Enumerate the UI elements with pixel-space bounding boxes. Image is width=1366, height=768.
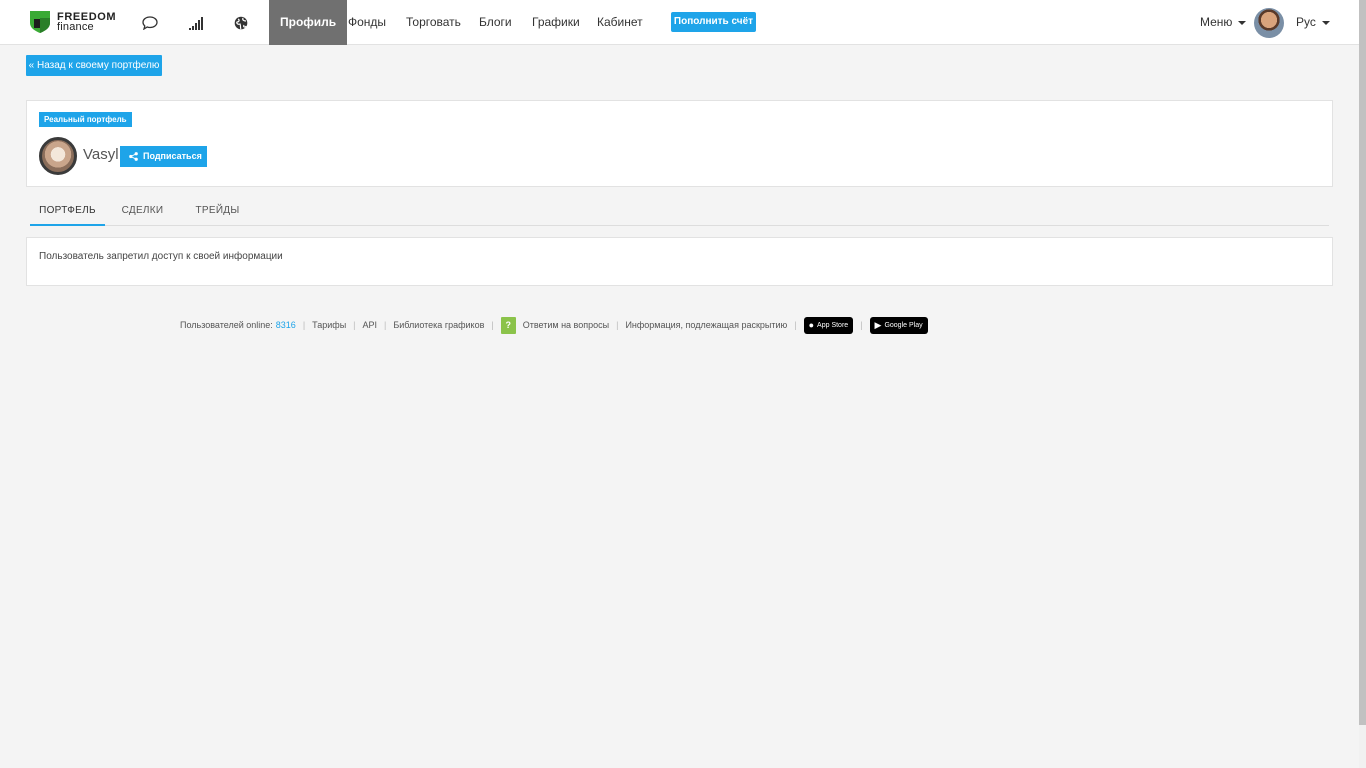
- real-portfolio-badge: Реальный портфель: [39, 112, 132, 127]
- nav-charts[interactable]: Графики: [532, 0, 580, 45]
- apple-icon: ●: [808, 320, 815, 330]
- chat-icon[interactable]: [140, 13, 160, 33]
- online-users-label: Пользователей online:: [180, 320, 273, 330]
- footer: Пользователей online: 8316 | Тарифы | AP…: [180, 316, 928, 334]
- access-denied-panel: Пользователь запретил доступ к своей инф…: [26, 237, 1333, 286]
- tab-deals[interactable]: СДЕЛКИ: [115, 199, 170, 226]
- shield-logo-icon: [30, 11, 50, 33]
- footer-link-chart-library[interactable]: Библиотека графиков: [393, 320, 484, 330]
- google-play-label: Google Play: [884, 321, 923, 329]
- online-users-count[interactable]: 8316: [276, 320, 296, 330]
- nav-trade[interactable]: Торговать: [406, 0, 461, 45]
- chevron-down-icon: [1238, 20, 1247, 25]
- signal-bars-icon[interactable]: [186, 13, 206, 33]
- app-store-badge[interactable]: ● App Store: [803, 316, 854, 334]
- footer-link-faq[interactable]: Ответим на вопросы: [523, 320, 609, 330]
- app-store-label: App Store: [817, 321, 849, 329]
- user-avatar[interactable]: [1254, 8, 1284, 38]
- nav-blogs[interactable]: Блоги: [479, 0, 512, 45]
- profile-username[interactable]: Vasyl: [83, 146, 119, 163]
- share-icon: [129, 152, 138, 161]
- globe-icon[interactable]: [231, 13, 251, 33]
- scrollbar-thumb[interactable]: [1359, 0, 1366, 725]
- topup-account-button[interactable]: Пополнить счёт: [671, 12, 756, 32]
- google-play-badge[interactable]: ▶ Google Play: [869, 316, 928, 334]
- language-dropdown[interactable]: Рус: [1296, 0, 1330, 45]
- back-to-portfolio-button[interactable]: « Назад к своему портфелю: [26, 55, 162, 76]
- freedom-finance-logo[interactable]: FREEDOM finance: [30, 11, 120, 33]
- top-header: FREEDOM finance Профиль Фонды Торговать …: [0, 0, 1359, 45]
- page-scrollbar[interactable]: [1359, 0, 1366, 768]
- question-icon: ?: [500, 316, 516, 334]
- portfolio-tabs: ПОРТФЕЛЬ СДЕЛКИ ТРЕЙДЫ: [30, 199, 1329, 226]
- language-label: Рус: [1296, 15, 1316, 29]
- profile-avatar: [39, 137, 77, 175]
- play-icon: ▶: [874, 319, 882, 330]
- footer-link-disclosure[interactable]: Информация, подлежащая раскрытию: [625, 320, 787, 330]
- tab-portfolio[interactable]: ПОРТФЕЛЬ: [30, 199, 105, 226]
- nav-cabinet[interactable]: Кабинет: [597, 0, 643, 45]
- tab-trades[interactable]: ТРЕЙДЫ: [190, 199, 245, 226]
- subscribe-button[interactable]: Подписаться: [120, 146, 207, 167]
- footer-link-api[interactable]: API: [363, 320, 378, 330]
- profile-card: Реальный портфель Vasyl Подписаться: [26, 100, 1333, 187]
- footer-link-tariffs[interactable]: Тарифы: [312, 320, 346, 330]
- nav-profile[interactable]: Профиль: [269, 0, 348, 45]
- logo-text-finance: finance: [57, 21, 94, 33]
- menu-label: Меню: [1200, 15, 1233, 29]
- chevron-down-icon: [1321, 20, 1330, 25]
- subscribe-label: Подписаться: [143, 151, 202, 161]
- menu-dropdown[interactable]: Меню: [1200, 0, 1247, 45]
- nav-funds[interactable]: Фонды: [348, 0, 386, 45]
- access-denied-message: Пользователь запретил доступ к своей инф…: [39, 251, 283, 262]
